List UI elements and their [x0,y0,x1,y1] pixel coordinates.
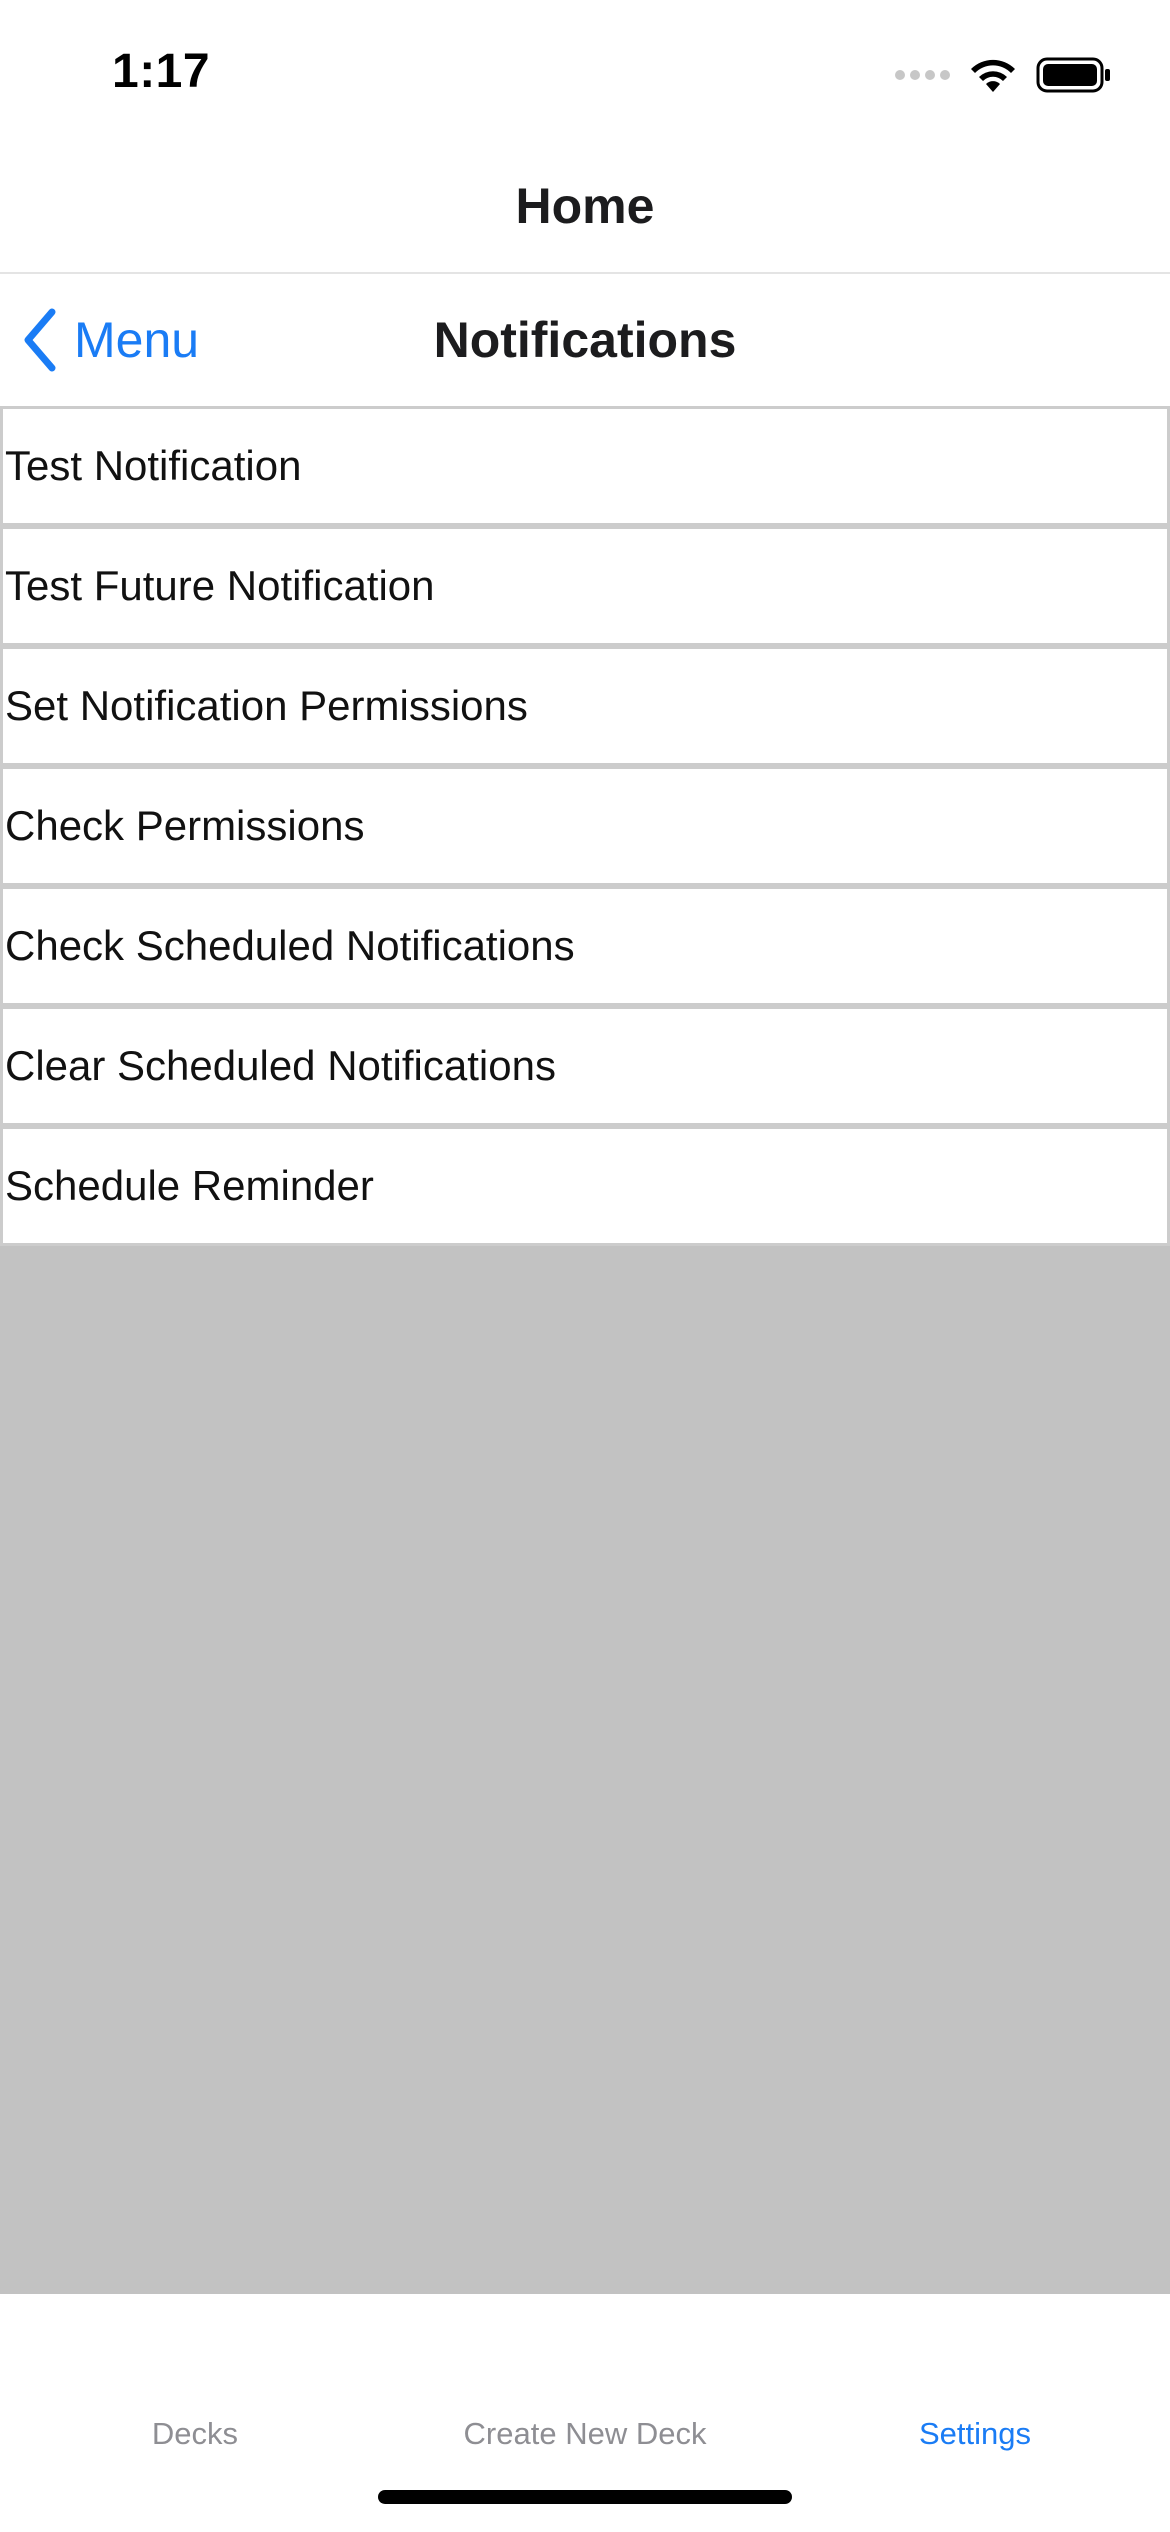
cellular-signal-icon [895,70,950,80]
nav-bar: Menu Notifications [0,274,1170,406]
tab-decks[interactable]: Decks [0,2404,390,2464]
list-item-label: Check Scheduled Notifications [5,922,575,969]
list-item-label: Test Notification [5,442,302,489]
test-future-notification-button[interactable]: Test Future Notification [0,526,1170,646]
tab-create-new-deck[interactable]: Create New Deck [390,2404,780,2464]
list-item-label: Check Permissions [5,802,365,849]
home-title: Home [515,178,655,234]
notifications-list: Test Notification Test Future Notificati… [0,406,1170,1246]
status-icons [895,52,1112,98]
check-permissions-button[interactable]: Check Permissions [0,766,1170,886]
battery-icon [1036,57,1110,93]
list-item-label: Test Future Notification [5,562,435,609]
list-item-label: Schedule Reminder [5,1162,374,1209]
chevron-left-icon [24,308,56,372]
list-item-label: Clear Scheduled Notifications [5,1042,556,1089]
app-screen: 1:17 Home Menu Notifications Test Notifi… [0,0,1170,2532]
check-scheduled-notifications-button[interactable]: Check Scheduled Notifications [0,886,1170,1006]
status-bar: 1:17 [0,0,1170,140]
schedule-reminder-button[interactable]: Schedule Reminder [0,1126,1170,1246]
content-area: Test Notification Test Future Notificati… [0,406,1170,2294]
test-notification-button[interactable]: Test Notification [0,406,1170,526]
home-indicator [378,2490,792,2504]
list-item-label: Set Notification Permissions [5,682,528,729]
home-header: Home [0,140,1170,274]
tab-settings[interactable]: Settings [780,2404,1170,2464]
wifi-icon [971,59,1015,92]
clear-scheduled-notifications-button[interactable]: Clear Scheduled Notifications [0,1006,1170,1126]
back-button[interactable]: Menu [20,304,199,376]
back-label: Menu [74,312,200,368]
status-time: 1:17 [112,45,211,98]
set-notification-permissions-button[interactable]: Set Notification Permissions [0,646,1170,766]
